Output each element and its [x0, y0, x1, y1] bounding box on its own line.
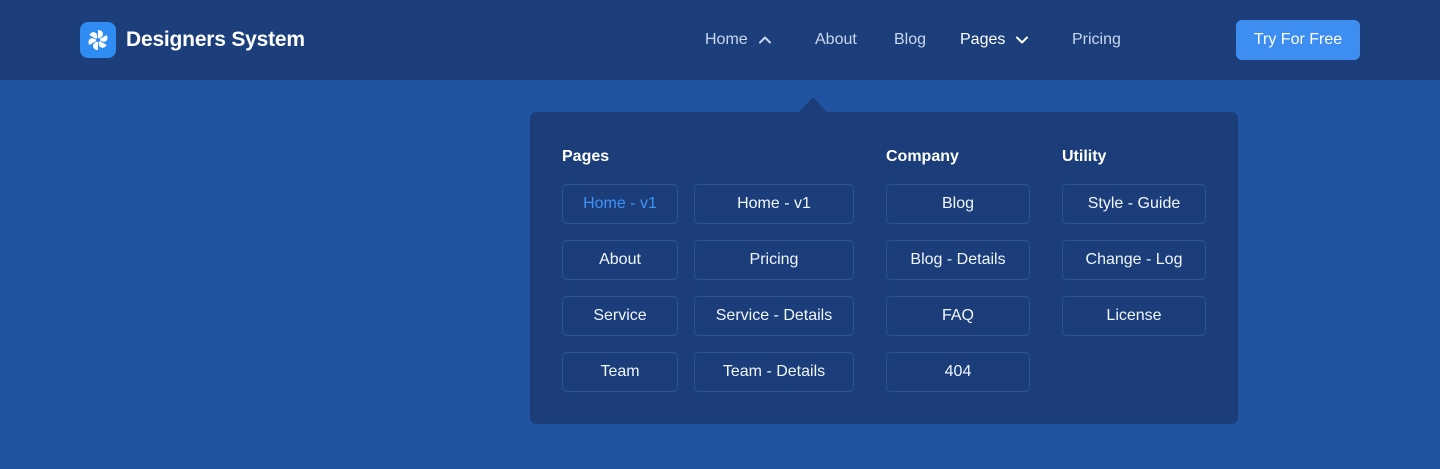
link-change-log[interactable]: Change - Log: [1062, 240, 1206, 280]
dropdown-caret: [799, 97, 827, 112]
link-pricing[interactable]: Pricing: [694, 240, 854, 280]
try-for-free-button[interactable]: Try For Free: [1236, 20, 1360, 60]
nav-pages[interactable]: Pages: [960, 0, 1029, 80]
pinwheel-icon: [80, 22, 116, 58]
brand-name: Designers System: [126, 28, 305, 51]
nav-home[interactable]: Home: [705, 0, 772, 80]
nav-about-label: About: [815, 31, 857, 48]
link-home-v1[interactable]: Home - v1: [694, 184, 854, 224]
link-home-v1-active[interactable]: Home - v1: [562, 184, 678, 224]
brand-link[interactable]: Designers System: [80, 22, 305, 58]
nav-blog[interactable]: Blog: [894, 0, 926, 80]
chevron-down-icon: [1015, 33, 1029, 47]
link-blog[interactable]: Blog: [886, 184, 1030, 224]
link-license[interactable]: License: [1062, 296, 1206, 336]
nav-about[interactable]: About: [815, 0, 857, 80]
company-column-title: Company: [886, 148, 959, 165]
nav-pricing[interactable]: Pricing: [1072, 0, 1121, 80]
nav-home-label: Home: [705, 31, 748, 48]
pages-column-title: Pages: [562, 148, 610, 165]
nav-blog-label: Blog: [894, 31, 927, 48]
link-team[interactable]: Team: [562, 352, 678, 392]
link-blog-details[interactable]: Blog - Details: [886, 240, 1030, 280]
link-style-guide[interactable]: Style - Guide: [1062, 184, 1206, 224]
link-faq[interactable]: FAQ: [886, 296, 1030, 336]
link-team-details[interactable]: Team - Details: [694, 352, 854, 392]
nav-pricing-label: Pricing: [1072, 31, 1121, 48]
link-about[interactable]: About: [562, 240, 678, 280]
link-404[interactable]: 404: [886, 352, 1030, 392]
navbar: Designers System Home About Blog Pages P…: [0, 0, 1440, 80]
link-service-details[interactable]: Service - Details: [694, 296, 854, 336]
nav-pages-label: Pages: [960, 31, 1006, 48]
link-service[interactable]: Service: [562, 296, 678, 336]
utility-column-title: Utility: [1062, 148, 1107, 165]
pages-mega-menu: Pages Home - v1 Home - v1 About Pricing …: [530, 112, 1238, 424]
chevron-up-icon: [758, 33, 772, 47]
